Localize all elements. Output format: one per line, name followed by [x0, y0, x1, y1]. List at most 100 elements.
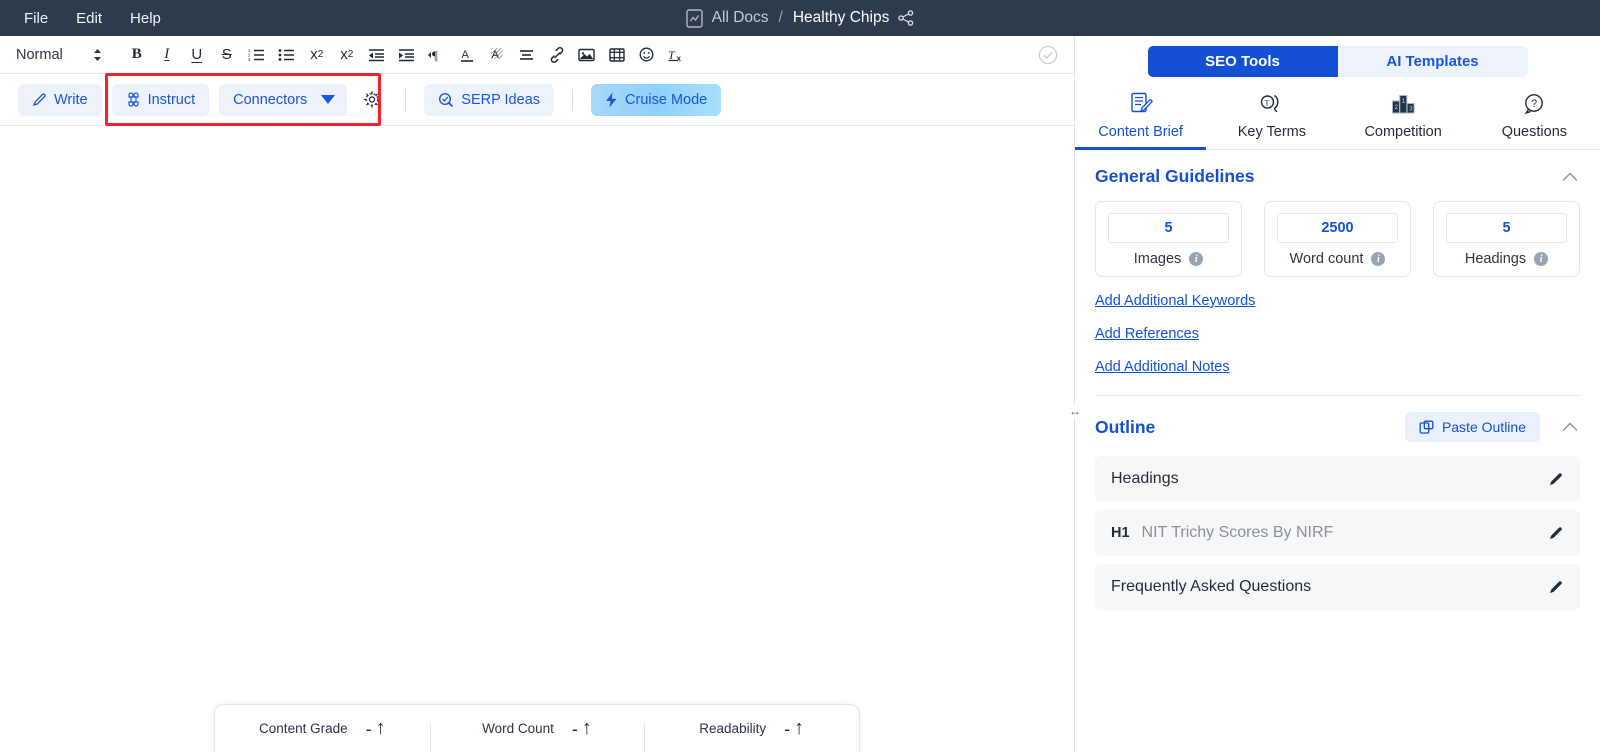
link-add-additional-notes[interactable]: Add Additional Notes	[1095, 359, 1230, 375]
italic-button[interactable]: I	[152, 41, 182, 69]
bold-button[interactable]: B	[122, 41, 152, 69]
headings-label: Headings	[1464, 251, 1527, 267]
outline-row-text: NIT Trichy Scores By NIRF	[1141, 524, 1334, 541]
stat-readability[interactable]: Readability - ↑	[644, 718, 859, 752]
breadcrumb-separator: /	[778, 9, 783, 26]
paste-outline-button[interactable]: Paste Outline	[1404, 412, 1540, 442]
strikethrough-button[interactable]: S	[212, 41, 242, 69]
segment-group: SEO Tools AI Templates	[1147, 46, 1528, 77]
cruise-mode-button[interactable]: Cruise Mode	[591, 83, 722, 116]
trend-up-icon: ↑	[375, 717, 386, 739]
general-guidelines-collapse-icon[interactable]	[1562, 172, 1578, 182]
tab-content-brief[interactable]: Content Brief	[1075, 83, 1207, 150]
tab-competition[interactable]: 2 1 3 Competition	[1338, 83, 1469, 149]
cruise-mode-label: Cruise Mode	[625, 91, 708, 108]
instruct-label: Instruct	[147, 91, 196, 108]
stat-label: Content Grade	[259, 721, 348, 736]
pencil-icon	[32, 93, 46, 107]
stat-label: Readability	[699, 721, 767, 736]
text-color-button[interactable]: A	[452, 41, 482, 69]
question-bubble-icon: ?	[1521, 91, 1547, 117]
info-icon[interactable]: i	[1371, 252, 1386, 266]
svg-text:T: T	[1264, 99, 1269, 108]
outline-row-faq[interactable]: Frequently Asked Questions	[1095, 564, 1580, 610]
highlight-color-button[interactable]: A	[482, 41, 512, 69]
images-input[interactable]: 5	[1108, 213, 1229, 243]
connectors-dropdown[interactable]: Connectors	[219, 83, 348, 116]
outline-row-headings[interactable]: Headings	[1095, 456, 1580, 502]
saved-status-icon[interactable]	[1038, 45, 1058, 65]
outline-row-h1[interactable]: H1 NIT Trichy Scores By NIRF	[1095, 510, 1580, 556]
write-label: Write	[54, 91, 88, 108]
editor-canvas[interactable]: G Content Grade - ↑ Word Count -	[0, 126, 1074, 752]
menu-help[interactable]: Help	[120, 6, 171, 31]
edit-pencil-icon[interactable]	[1548, 579, 1564, 595]
tab-key-terms[interactable]: T Key Terms	[1206, 83, 1337, 149]
svg-text:?: ?	[1531, 98, 1537, 110]
stat-content-grade[interactable]: Content Grade - ↑	[215, 717, 430, 739]
headings-input[interactable]: 5	[1446, 213, 1567, 243]
search-check-icon	[439, 92, 454, 107]
ai-action-toolbar: Write Instruct Connectors SERP Ideas Cru…	[0, 73, 1074, 126]
link-add-additional-keywords[interactable]: Add Additional Keywords	[1095, 293, 1255, 309]
outline-collapse-icon[interactable]	[1562, 422, 1578, 432]
guideline-links: Add Additional Keywords Add References A…	[1075, 277, 1600, 377]
serp-ideas-label: SERP Ideas	[461, 91, 541, 108]
svg-text:x: x	[677, 54, 682, 62]
breadcrumb-all-docs[interactable]: All Docs	[712, 9, 769, 27]
gear-icon	[364, 91, 381, 108]
headings-footer: Headings i	[1464, 251, 1549, 267]
subscript-button[interactable]: x2	[302, 41, 332, 69]
card-headings: 5 Headings i	[1433, 201, 1580, 277]
bullet-list-button[interactable]	[272, 41, 302, 69]
stat-word-count[interactable]: Word Count - ↑	[429, 717, 645, 752]
indent-button[interactable]	[392, 41, 422, 69]
superscript-button[interactable]: x2	[332, 41, 362, 69]
up-down-chevron-icon	[93, 48, 101, 61]
horizontal-resize-icon: ↔	[1067, 404, 1083, 418]
clear-format-button[interactable]: Tx	[662, 41, 692, 69]
toolbar-divider-1	[405, 88, 407, 111]
link-add-references[interactable]: Add References	[1095, 326, 1199, 342]
edit-pencil-icon[interactable]	[1548, 525, 1564, 541]
content-brief-icon	[1128, 91, 1154, 117]
underline-button[interactable]: U	[182, 41, 212, 69]
write-button[interactable]: Write	[18, 83, 102, 116]
outline-header: Outline Paste Outline	[1075, 396, 1600, 450]
tab-questions[interactable]: ? Questions	[1469, 83, 1600, 149]
info-icon[interactable]: i	[1534, 252, 1549, 266]
tab-label: Key Terms	[1237, 124, 1306, 140]
trend-up-icon: ↑	[581, 717, 592, 739]
breadcrumb: All Docs / Healthy Chips	[0, 0, 1600, 36]
outline-row-tag: H1	[1111, 525, 1130, 541]
align-button[interactable]	[512, 41, 542, 69]
instruct-button[interactable]: Instruct	[111, 83, 210, 116]
copy-icon	[1419, 420, 1434, 434]
paragraph-style-value: Normal	[16, 46, 63, 63]
segment-ai-templates[interactable]: AI Templates	[1338, 46, 1528, 77]
competition-podium-icon: 2 1 3	[1389, 91, 1417, 117]
serp-ideas-button[interactable]: SERP Ideas	[424, 83, 555, 116]
image-button[interactable]	[572, 41, 602, 69]
toolbar-settings-button[interactable]	[357, 84, 387, 116]
card-word-count: 2500 Word count i	[1264, 201, 1411, 277]
outline-row-text: Headings	[1111, 470, 1179, 487]
paragraph-style-select[interactable]: Normal	[16, 47, 108, 63]
format-buttons: B I U S 123 x2 x2 ¶ A A T x	[122, 41, 692, 69]
general-guidelines-header: General Guidelines	[1075, 150, 1600, 195]
video-button[interactable]	[602, 41, 632, 69]
stat-label: Word Count	[482, 721, 554, 736]
info-icon[interactable]: i	[1189, 252, 1204, 266]
menu-file[interactable]: File	[14, 6, 58, 31]
edit-pencil-icon[interactable]	[1548, 471, 1564, 487]
word-count-input[interactable]: 2500	[1277, 213, 1398, 243]
link-button[interactable]	[542, 41, 572, 69]
share-icon[interactable]	[898, 10, 914, 26]
emoji-button[interactable]	[632, 41, 662, 69]
segment-seo-tools[interactable]: SEO Tools	[1147, 46, 1338, 77]
menu-edit[interactable]: Edit	[66, 6, 112, 31]
ordered-list-button[interactable]: 123	[242, 41, 272, 69]
text-direction-button[interactable]: ¶	[422, 41, 452, 69]
breadcrumb-current-doc[interactable]: Healthy Chips	[793, 9, 890, 27]
outdent-button[interactable]	[362, 41, 392, 69]
